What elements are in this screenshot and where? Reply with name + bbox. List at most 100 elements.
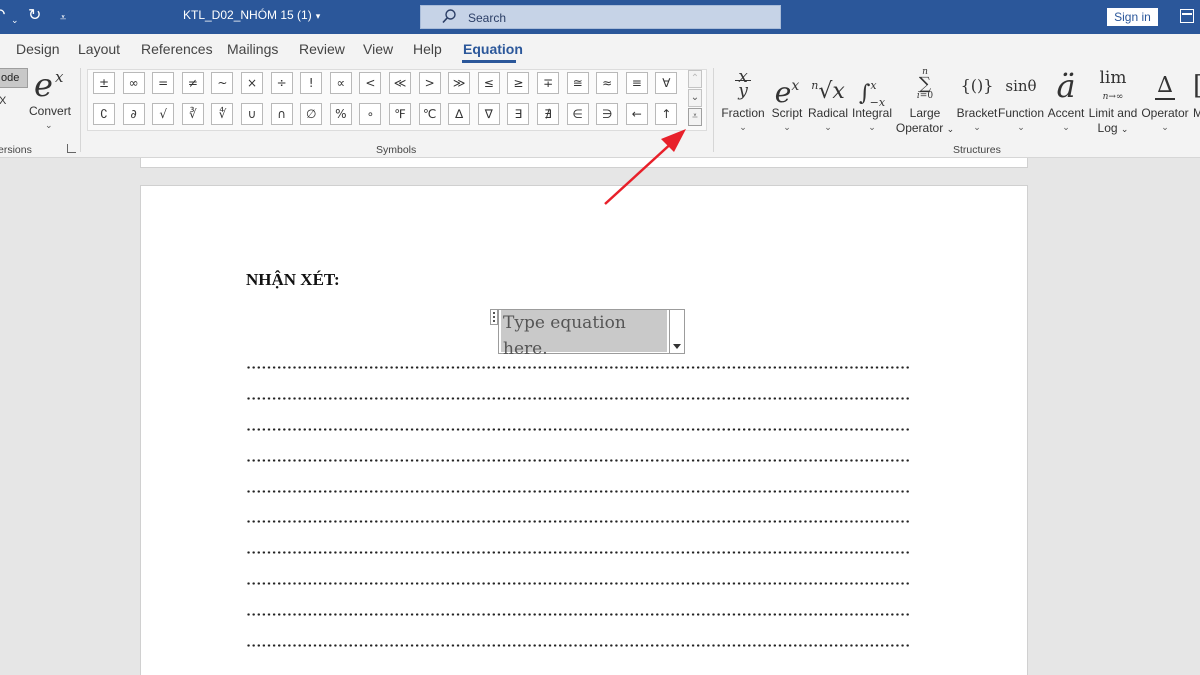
tab-layout[interactable]: Layout (78, 41, 120, 57)
symbol-button[interactable]: ≫ (448, 72, 471, 94)
script-button[interactable]: ex Script ⌄ (768, 66, 806, 133)
large-operator-button[interactable]: n ∑ i=0 Large Operator ⌄ (894, 66, 956, 137)
symbol-button[interactable]: ≅ (566, 72, 589, 94)
script-icon: ex (774, 76, 800, 109)
gallery-scroll-down-button[interactable]: ⌄ (688, 89, 702, 107)
symbol-button[interactable]: ℃ (418, 103, 441, 125)
symbol-button[interactable]: % (329, 103, 352, 125)
dialog-launcher-icon[interactable] (67, 144, 76, 153)
tab-references[interactable]: References (141, 41, 213, 57)
symbol-button[interactable]: ∩ (270, 103, 293, 125)
symbol-button[interactable]: ↑ (655, 103, 678, 125)
symbol-button[interactable]: ∅ (300, 103, 323, 125)
symbol-button[interactable]: = (152, 72, 175, 94)
limit-log-button[interactable]: lim n→∞ Limit and Log ⌄ (1086, 66, 1140, 137)
symbol-button[interactable]: ∜ (211, 103, 234, 125)
convert-icon[interactable]: ex (34, 66, 63, 104)
previous-page (140, 158, 1028, 168)
symbol-button[interactable]: × (241, 72, 263, 94)
redo-icon[interactable]: ↻ (28, 6, 41, 26)
document-title[interactable]: KTL_D02_NHÓM 15 (1) ▾ (183, 8, 320, 22)
symbol-button[interactable]: ∁ (93, 103, 115, 125)
convert-button-label[interactable]: Convert (29, 104, 71, 118)
search-input[interactable]: Search (420, 5, 781, 29)
radical-icon: n√x (811, 79, 845, 104)
convert-dropdown-icon[interactable]: ⌄ (45, 120, 53, 131)
dotted-line (246, 582, 910, 585)
active-tab-indicator (462, 60, 516, 63)
tab-equation[interactable]: Equation (463, 41, 523, 57)
search-icon (442, 9, 456, 24)
equation-input[interactable]: Type equation here. (501, 310, 667, 359)
symbol-button[interactable]: ∀ (655, 72, 678, 94)
dotted-line (246, 644, 910, 647)
search-placeholder: Search (468, 11, 507, 25)
integral-icon: ∫x−x (858, 79, 886, 109)
operator-icon: ∆ (1155, 73, 1175, 100)
operator-button[interactable]: ∆ Operator ⌄ (1139, 66, 1191, 133)
tab-view[interactable]: View (363, 41, 393, 57)
symbol-button[interactable]: ≥ (507, 72, 530, 94)
matrix-button[interactable]: [ M (1193, 66, 1200, 121)
symbol-button[interactable]: ∞ (122, 72, 145, 94)
accent-button[interactable]: ä Accent ⌄ (1046, 66, 1086, 133)
title-bar: ↶ ⌄ ↻ ⩡ KTL_D02_NHÓM 15 (1)▾ Search Sign… (0, 0, 1200, 34)
latex-option[interactable]: X (0, 95, 6, 107)
linear-mode-button[interactable]: ode (0, 68, 28, 88)
dotted-line (246, 397, 910, 400)
symbol-button[interactable]: ← (625, 103, 648, 125)
dotted-line (246, 428, 910, 431)
symbol-button[interactable]: ∆ (448, 103, 471, 125)
bracket-button[interactable]: {()} Bracket ⌄ (955, 66, 999, 133)
ribbon-display-options-icon[interactable] (1180, 9, 1194, 23)
equation-options-dropdown[interactable] (669, 310, 684, 353)
symbol-button[interactable]: ≠ (181, 72, 204, 94)
integral-button[interactable]: ∫x−x Integral ⌄ (850, 66, 894, 133)
symbol-button[interactable]: ∈ (566, 103, 589, 125)
large-operator-icon: n ∑ i=0 (916, 67, 934, 101)
symbol-button[interactable]: ∇ (477, 103, 500, 125)
document-heading: NHẬN XÉT: (246, 270, 340, 289)
symbols-group-label: Symbols (376, 144, 417, 156)
symbol-button[interactable]: ! (300, 72, 323, 94)
symbol-button[interactable]: ∝ (329, 72, 352, 94)
symbol-button[interactable]: ∘ (359, 103, 382, 125)
symbol-button[interactable]: > (418, 72, 441, 94)
symbol-button[interactable]: ∋ (596, 103, 619, 125)
undo-icon[interactable]: ↶ (0, 6, 5, 26)
symbol-button[interactable]: ∃ (507, 103, 530, 125)
tab-review[interactable]: Review (299, 41, 345, 57)
fraction-button[interactable]: xy Fraction ⌄ (719, 66, 767, 133)
symbol-button[interactable]: ∂ (122, 103, 145, 125)
symbol-button[interactable]: ∛ (181, 103, 204, 125)
symbol-button[interactable]: ℉ (389, 103, 411, 125)
symbol-button[interactable]: < (359, 72, 382, 94)
symbol-button[interactable]: ∄ (537, 103, 559, 125)
function-button[interactable]: sinθ Function ⌄ (998, 66, 1044, 133)
radical-button[interactable]: n√x Radical ⌄ (806, 66, 850, 133)
equation-move-handle[interactable] (490, 309, 498, 325)
symbol-button[interactable]: ± (93, 72, 115, 94)
dotted-line (246, 459, 910, 462)
gallery-scroll-up-button[interactable]: ⌃ (688, 70, 702, 88)
bracket-icon: {()} (960, 76, 994, 95)
symbol-button[interactable]: ÷ (270, 72, 293, 94)
undo-dropdown-icon[interactable]: ⌄ (11, 10, 19, 30)
symbol-button[interactable]: ≤ (477, 72, 500, 94)
tab-mailings[interactable]: Mailings (227, 41, 278, 57)
symbol-button[interactable]: ≡ (625, 72, 648, 94)
accent-icon: ä (1056, 67, 1076, 105)
symbol-button[interactable]: ∓ (537, 72, 559, 94)
symbol-button[interactable]: ≈ (596, 72, 619, 94)
symbol-button[interactable]: ≪ (389, 72, 411, 94)
symbol-button[interactable]: √ (152, 103, 175, 125)
sign-in-button[interactable]: Sign in (1107, 8, 1158, 26)
symbol-button[interactable]: ~ (211, 72, 234, 94)
structures-group-label: Structures (953, 144, 1001, 156)
tab-design[interactable]: Design (16, 41, 60, 57)
symbol-button[interactable]: ∪ (241, 103, 263, 125)
customize-toolbar-icon[interactable]: ⩡ (60, 8, 66, 28)
function-icon: sinθ (1005, 77, 1037, 95)
tab-help[interactable]: Help (413, 41, 442, 57)
gallery-more-button[interactable]: ⩡ (688, 108, 702, 126)
